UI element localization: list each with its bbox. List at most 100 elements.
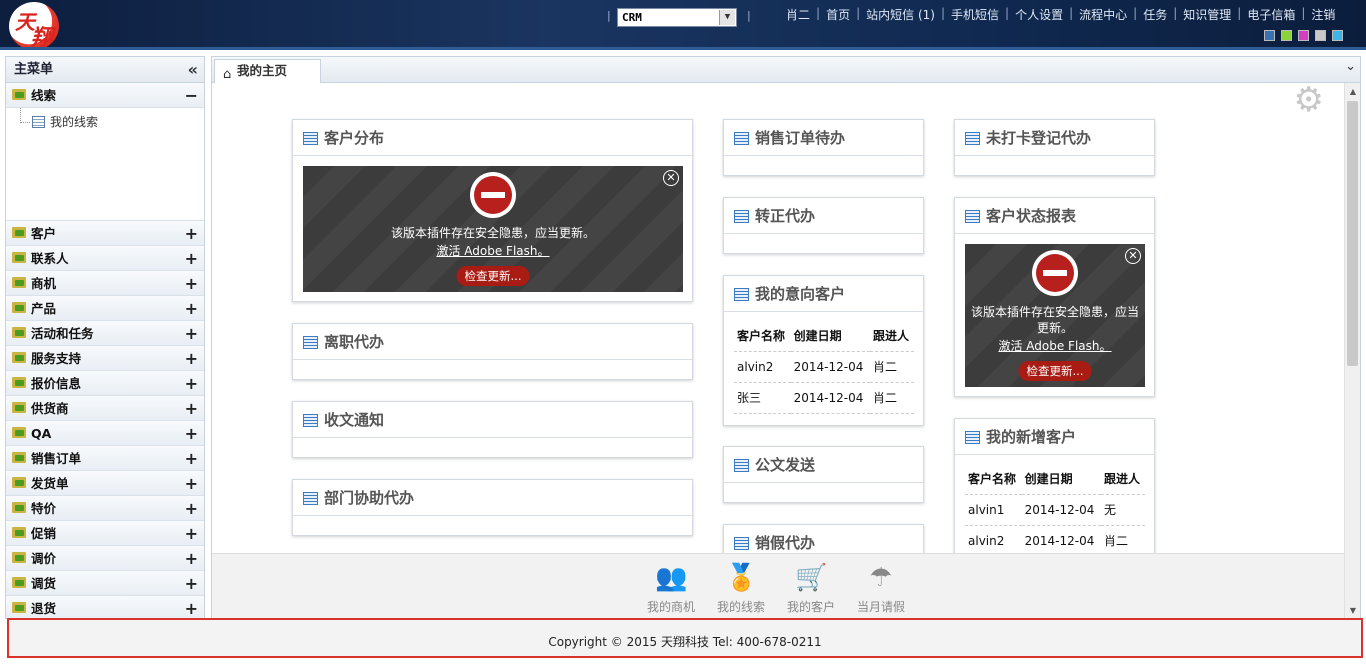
nav-settings[interactable]: 个人设置	[1012, 6, 1066, 23]
sidebar-group[interactable]: 产品 +	[6, 296, 204, 321]
plus-icon[interactable]: +	[185, 321, 198, 346]
skin-swatch-blue[interactable]	[1264, 30, 1275, 41]
sidebar-group[interactable]: 服务支持 +	[6, 346, 204, 371]
sidebar-group[interactable]: 报价信息 +	[6, 371, 204, 396]
scroll-thumb[interactable]	[1347, 101, 1358, 366]
activate-flash-link[interactable]: 激活 Adobe Flash。	[303, 242, 683, 259]
tab-bar: ⌂ 我的主页 ⌄	[212, 57, 1360, 83]
sidebar-group[interactable]: 商机 +	[6, 271, 204, 296]
activate-flash-link[interactable]: 激活 Adobe Flash。	[965, 337, 1145, 354]
plus-icon[interactable]: +	[185, 471, 198, 496]
system-select[interactable]: CRM ▼	[617, 8, 737, 27]
table-row[interactable]: alvin2 2014-12-04 肖二	[965, 525, 1145, 553]
widget-header: 客户分布	[293, 120, 692, 156]
intent-customer-table: 客户名称 创建日期 跟进人 alvin2 2014-12-04 肖二 张三 20…	[734, 320, 914, 414]
system-select-value: CRM	[622, 11, 642, 24]
sidebar-group[interactable]: 客户 +	[6, 221, 204, 246]
check-update-button[interactable]: 检查更新...	[456, 266, 530, 286]
minus-icon[interactable]: −	[185, 83, 198, 108]
sidebar-group[interactable]: 销售订单 +	[6, 446, 204, 471]
folder-icon	[12, 352, 26, 363]
table-cell: 肖二	[1100, 525, 1145, 553]
sidebar-group[interactable]: 调价 +	[6, 546, 204, 571]
quick-my-customers[interactable]: 🛒 我的客户	[781, 562, 841, 615]
nav-tasks[interactable]: 任务	[1140, 6, 1170, 23]
tab-menu-icon[interactable]: ⌄	[1345, 59, 1356, 74]
widget-header: 公文发送	[724, 447, 923, 483]
plus-icon[interactable]: +	[185, 521, 198, 546]
plus-icon[interactable]: +	[185, 496, 198, 521]
quick-monthly-leave[interactable]: ☂ 当月请假	[851, 562, 911, 615]
plus-icon[interactable]: +	[185, 546, 198, 571]
plus-icon[interactable]: +	[185, 221, 198, 246]
plus-icon[interactable]: +	[185, 246, 198, 271]
skin-swatch-green[interactable]	[1281, 30, 1292, 41]
skin-swatch-cyan[interactable]	[1332, 30, 1343, 41]
vertical-scrollbar[interactable]: ▲ ▼	[1344, 83, 1360, 618]
plus-icon[interactable]: +	[185, 271, 198, 296]
quick-my-leads[interactable]: 🏅 我的线索	[711, 562, 771, 615]
check-update-button[interactable]: 检查更新...	[1018, 361, 1092, 381]
list-icon	[303, 492, 318, 505]
plus-icon[interactable]: +	[185, 396, 198, 421]
no-entry-icon	[470, 172, 516, 218]
nav-logout[interactable]: 注销	[1308, 6, 1338, 23]
widget-resign-todo: 离职代办	[292, 323, 693, 380]
top-nav: 肖二 | 首页 | 站内短信 (1) | 手机短信 | 个人设置 | 流程中心 | 任务 | …	[783, 6, 1338, 23]
list-icon	[303, 414, 318, 427]
widget-title: 客户状态报表	[986, 207, 1077, 225]
widget-header: 客户状态报表	[955, 198, 1154, 234]
table-row[interactable]: alvin1 2014-12-04 无	[965, 494, 1145, 526]
plus-icon[interactable]: +	[185, 421, 198, 446]
nav-messages[interactable]: 站内短信 (1)	[863, 6, 938, 23]
sidebar-group-label: 销售订单	[31, 451, 82, 466]
close-icon[interactable]: ✕	[663, 170, 679, 186]
sidebar-group[interactable]: 活动和任务 +	[6, 321, 204, 346]
tab-home[interactable]: ⌂ 我的主页	[214, 59, 321, 83]
widget-doc-receive: 收文通知	[292, 401, 693, 458]
close-icon[interactable]: ✕	[1125, 248, 1141, 264]
company-logo[interactable]: 天 翔	[9, 2, 59, 50]
sidebar-group[interactable]: 供货商 +	[6, 396, 204, 421]
column-header: 客户名称	[965, 463, 1022, 495]
plus-icon[interactable]: +	[185, 346, 198, 371]
sidebar-group-leads[interactable]: 线索 −	[6, 83, 204, 108]
nav-sms[interactable]: 手机短信	[948, 6, 1002, 23]
table-row[interactable]: alvin2 2014-12-04 肖二	[734, 351, 914, 383]
nav-workflow[interactable]: 流程中心	[1076, 6, 1130, 23]
plus-icon[interactable]: +	[185, 596, 198, 618]
sidebar-group[interactable]: 调货 +	[6, 571, 204, 596]
nav-home[interactable]: 首页	[823, 6, 853, 23]
gear-icon[interactable]: ⚙	[1294, 83, 1324, 117]
plus-icon[interactable]: +	[185, 571, 198, 596]
table-cell: alvin1	[965, 494, 1022, 526]
sidebar-group[interactable]: QA +	[6, 421, 204, 446]
skin-swatch-gray[interactable]	[1315, 30, 1326, 41]
sidebar-group-label: 联系人	[31, 251, 69, 266]
plus-icon[interactable]: +	[185, 446, 198, 471]
sidebar-group[interactable]: 发货单 +	[6, 471, 204, 496]
sidebar-group[interactable]: 联系人 +	[6, 246, 204, 271]
scroll-down-icon[interactable]: ▼	[1345, 604, 1360, 618]
nav-email[interactable]: 电子信箱	[1244, 6, 1298, 23]
widget-header: 离职代办	[293, 324, 692, 360]
nav-user[interactable]: 肖二	[783, 6, 813, 23]
folder-icon	[12, 452, 26, 463]
scroll-up-icon[interactable]: ▲	[1345, 85, 1360, 99]
nav-knowledge[interactable]: 知识管理	[1180, 6, 1234, 23]
plus-icon[interactable]: +	[185, 296, 198, 321]
sidebar-group[interactable]: 退货 +	[6, 596, 204, 618]
plus-icon[interactable]: +	[185, 371, 198, 396]
skin-swatch-magenta[interactable]	[1298, 30, 1309, 41]
flash-blocked-plugin: ✕ 该版本插件存在安全隐患，应当更新。 激活 Adobe Flash。 检查更新…	[303, 166, 683, 292]
sidebar-group[interactable]: 促销 +	[6, 521, 204, 546]
collapse-icon[interactable]: «	[188, 57, 198, 83]
sidebar-item-my-leads[interactable]: 我的线索	[32, 113, 98, 131]
sidebar-group[interactable]: 特价 +	[6, 496, 204, 521]
column-header: 跟进人	[869, 320, 914, 352]
folder-icon	[12, 477, 26, 488]
chevron-down-icon[interactable]: ▼	[719, 10, 735, 25]
folder-icon	[12, 427, 26, 438]
table-row[interactable]: 张三 2014-12-04 肖二	[734, 382, 914, 414]
quick-my-opportunities[interactable]: 👥 我的商机	[641, 562, 701, 615]
